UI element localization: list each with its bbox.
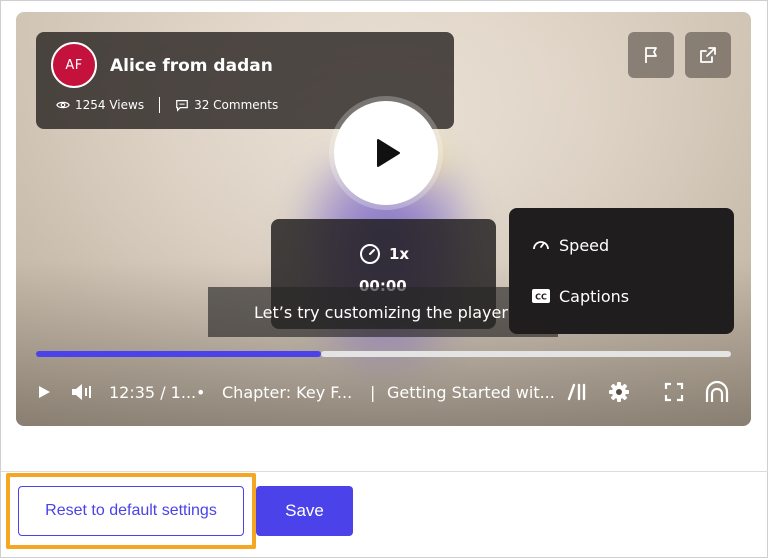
progress-bar[interactable]: [36, 351, 731, 357]
time-display: 12:35 / 1...: [109, 382, 197, 402]
fullscreen-button[interactable]: [664, 372, 684, 412]
fullscreen-icon: [664, 382, 684, 402]
play-button[interactable]: [36, 372, 52, 412]
gauge-icon: [531, 235, 551, 255]
footer-divider: [1, 471, 768, 472]
menu-item-captions[interactable]: CC Captions: [531, 286, 629, 306]
save-button[interactable]: Save: [256, 486, 353, 536]
eye-icon: [56, 101, 70, 109]
play-overlay-button[interactable]: [334, 101, 438, 205]
brand-button[interactable]: [704, 372, 730, 412]
avatar: AF: [51, 42, 97, 88]
caption-text: Let’s try customizing the player: [208, 287, 558, 337]
chapter-separator: |: [370, 382, 376, 402]
play-icon: [377, 139, 400, 167]
volume-icon: [72, 384, 91, 400]
settings-button[interactable]: [608, 372, 630, 412]
chapters-button[interactable]: [566, 372, 588, 412]
speed-value: 1x: [389, 245, 410, 263]
gauge-icon: [360, 244, 380, 264]
chapter-label[interactable]: Chapter: Key F...: [222, 372, 352, 412]
settings-menu: Speed CC Captions: [509, 208, 734, 334]
menu-item-speed[interactable]: Speed: [531, 235, 609, 255]
svg-text:CC: CC: [535, 293, 547, 302]
report-button[interactable]: [628, 32, 674, 78]
video-stats: 1254 Views 32 Comments: [56, 97, 278, 113]
menu-item-label: Speed: [559, 235, 610, 255]
chapters-icon: [567, 383, 586, 401]
separator-dot: •: [196, 382, 206, 402]
brand-logo-icon: [705, 380, 729, 402]
video-player[interactable]: AF Alice from dadan 1254 Views 32 Commen…: [16, 12, 751, 426]
captions-icon: CC: [531, 286, 551, 306]
flag-icon: [645, 47, 657, 63]
play-icon: [39, 386, 50, 398]
volume-button[interactable]: [70, 372, 96, 412]
share-button[interactable]: [685, 32, 731, 78]
progress-fill: [36, 351, 321, 357]
menu-item-label: Captions: [559, 286, 630, 306]
views-count: 1254 Views: [75, 98, 145, 112]
external-link-icon: [700, 47, 716, 63]
gear-icon: [609, 382, 629, 402]
comments-count: 32 Comments: [194, 98, 279, 112]
author-name: Alice from dadan: [110, 56, 273, 76]
video-title: Getting Started wit...: [387, 382, 555, 402]
settings-panel: AF Alice from dadan 1254 Views 32 Commen…: [0, 0, 768, 558]
control-bar: 12:35 / 1... • Chapter: Key F... | Getti…: [16, 372, 751, 412]
reset-button[interactable]: Reset to default settings: [18, 486, 244, 536]
stats-divider: [159, 97, 161, 113]
comment-icon: [176, 100, 188, 112]
